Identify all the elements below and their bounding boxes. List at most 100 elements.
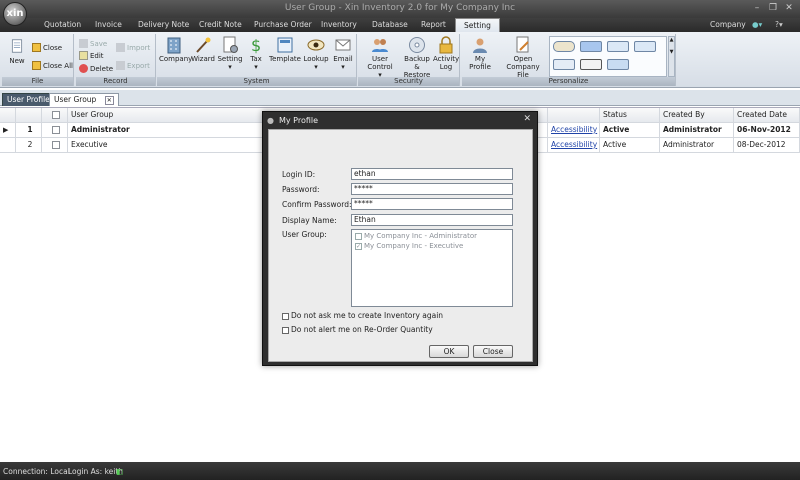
ok-button[interactable]: OK <box>429 345 469 358</box>
user-group-list: My Company Inc - Administrator ✓ My Compa… <box>351 229 513 307</box>
document-gear-icon <box>223 36 238 53</box>
theme-swatch[interactable] <box>553 59 575 70</box>
menu-database[interactable]: Database <box>372 20 408 29</box>
app-logo[interactable]: xin <box>3 2 27 26</box>
user-control-button[interactable]: User Control ▾ <box>359 36 401 79</box>
row-checkbox[interactable] <box>52 126 60 134</box>
display-name-field[interactable]: Ethan <box>351 214 513 226</box>
accessibility-link[interactable]: Accessibility <box>548 123 600 138</box>
my-profile-dialog: ● My Profile ✕ Login ID: ethan Password:… <box>262 111 538 366</box>
open-company-file-button[interactable]: Open Company File <box>498 36 548 79</box>
new-document-icon <box>11 39 23 53</box>
window-title: User Group - Xin Inventory 2.0 for My Co… <box>284 3 516 13</box>
close-icon[interactable]: ✕ <box>782 2 796 14</box>
group-label-record: Record <box>76 77 155 86</box>
title-bar: User Group - Xin Inventory 2.0 for My Co… <box>0 0 800 18</box>
users-icon <box>372 39 388 52</box>
close-all-button[interactable]: Close All <box>32 61 73 70</box>
globe-icon[interactable]: ●▾ <box>752 20 762 29</box>
backup-restore-button[interactable]: Backup & Restore <box>402 36 432 79</box>
tax-button[interactable]: $ Tax ▾ <box>245 36 267 71</box>
save-button[interactable]: Save <box>79 39 107 48</box>
dollar-icon: $ <box>251 36 261 54</box>
connection-status: Connection: Local <box>3 467 70 476</box>
row-checkbox[interactable] <box>52 141 60 149</box>
option-no-ask-inventory[interactable]: Do not ask me to create Inventory again <box>282 311 443 320</box>
wand-icon <box>196 37 211 53</box>
template-button[interactable]: Template <box>269 36 301 63</box>
cell-status: Active <box>600 123 660 138</box>
confirm-password-label: Confirm Password: <box>282 200 352 209</box>
menu-credit-note[interactable]: Credit Note <box>199 20 242 29</box>
menu-report[interactable]: Report <box>421 20 446 29</box>
menu-inventory[interactable]: Inventory <box>321 20 357 29</box>
lookup-button[interactable]: Lookup ▾ <box>303 36 329 71</box>
my-profile-button[interactable]: My Profile <box>463 36 497 71</box>
file-group: New Close Close All File <box>2 34 74 86</box>
dialog-icon: ● <box>267 116 274 125</box>
header-created-by[interactable]: Created By <box>660 108 734 123</box>
login-status: Login As: keith <box>68 467 124 476</box>
option-checkbox[interactable] <box>282 312 289 320</box>
chevron-down-icon: ▾ <box>254 63 258 71</box>
tab-user-profile[interactable]: User Profile <box>2 93 55 106</box>
delete-button[interactable]: Delete <box>79 64 113 73</box>
minimize-icon[interactable]: – <box>750 2 764 14</box>
template-icon <box>277 37 293 53</box>
document-edit-icon <box>516 36 529 53</box>
list-item[interactable]: ✓ My Company Inc - Executive <box>355 242 463 250</box>
list-item[interactable]: My Company Inc - Administrator <box>355 232 477 240</box>
export-button[interactable]: Export <box>116 61 150 70</box>
dialog-body: Login ID: ethan Password: ***** Confirm … <box>268 129 533 362</box>
folder-icon <box>32 61 41 70</box>
activity-log-button[interactable]: Activity Log <box>433 36 459 71</box>
wizard-button[interactable]: Wizard <box>191 36 215 63</box>
close-button[interactable]: Close <box>32 43 62 52</box>
accessibility-link[interactable]: Accessibility <box>548 138 600 153</box>
login-id-label: Login ID: <box>282 170 316 179</box>
menu-setting[interactable]: Setting <box>455 18 500 32</box>
theme-swatch[interactable] <box>580 59 602 70</box>
theme-swatch[interactable] <box>634 41 656 52</box>
select-all-checkbox[interactable] <box>52 111 60 119</box>
theme-swatch[interactable] <box>553 41 575 52</box>
company-button[interactable]: Company <box>159 36 192 63</box>
menu-quotation[interactable]: Quotation <box>44 20 81 29</box>
login-id-field[interactable]: ethan <box>351 168 513 180</box>
theme-swatch[interactable] <box>580 41 602 52</box>
email-button[interactable]: Email ▾ <box>331 36 355 71</box>
disc-icon <box>409 37 425 53</box>
document-tabs: User Profile User Group ✕ <box>0 90 800 106</box>
group-checkbox-checked[interactable]: ✓ <box>355 242 362 250</box>
setting-button[interactable]: Setting ▾ <box>217 36 243 71</box>
menu-purchase-order[interactable]: Purchase Order <box>254 20 312 29</box>
chevron-down-icon: ▾ <box>341 63 345 71</box>
password-field[interactable]: ***** <box>351 183 513 195</box>
theme-swatch[interactable] <box>607 41 629 52</box>
close-tab-icon[interactable]: ✕ <box>104 96 114 105</box>
help-icon[interactable]: ?▾ <box>775 20 783 29</box>
menu-company[interactable]: Company <box>710 20 746 29</box>
new-label: New <box>9 57 25 65</box>
menu-invoice[interactable]: Invoice <box>95 20 122 29</box>
header-created-date[interactable]: Created Date <box>734 108 800 123</box>
theme-swatch[interactable] <box>607 59 629 70</box>
import-button[interactable]: Import <box>116 43 150 52</box>
close-button[interactable]: Close <box>473 345 513 358</box>
restore-icon[interactable]: ❐ <box>766 2 780 14</box>
export-icon <box>116 61 125 70</box>
new-button[interactable]: New <box>5 36 29 65</box>
dialog-close-icon[interactable]: ✕ <box>523 114 531 124</box>
gallery-scroll[interactable]: ▲ ▼ <box>668 36 675 77</box>
confirm-password-field[interactable]: ***** <box>351 198 513 210</box>
option-checkbox[interactable] <box>282 326 289 334</box>
building-icon <box>167 37 181 54</box>
edit-button[interactable]: Edit <box>79 51 104 60</box>
ribbon: New Close Close All File Save Edit Delet… <box>0 32 800 88</box>
group-checkbox[interactable] <box>355 232 362 240</box>
header-status[interactable]: Status <box>600 108 660 123</box>
option-no-alert-reorder[interactable]: Do not alert me on Re-Order Quantity <box>282 325 433 334</box>
menu-delivery-note[interactable]: Delivery Note <box>138 20 189 29</box>
cell-created-by: Administrator <box>660 123 734 138</box>
tab-user-group[interactable]: User Group ✕ <box>49 93 119 106</box>
